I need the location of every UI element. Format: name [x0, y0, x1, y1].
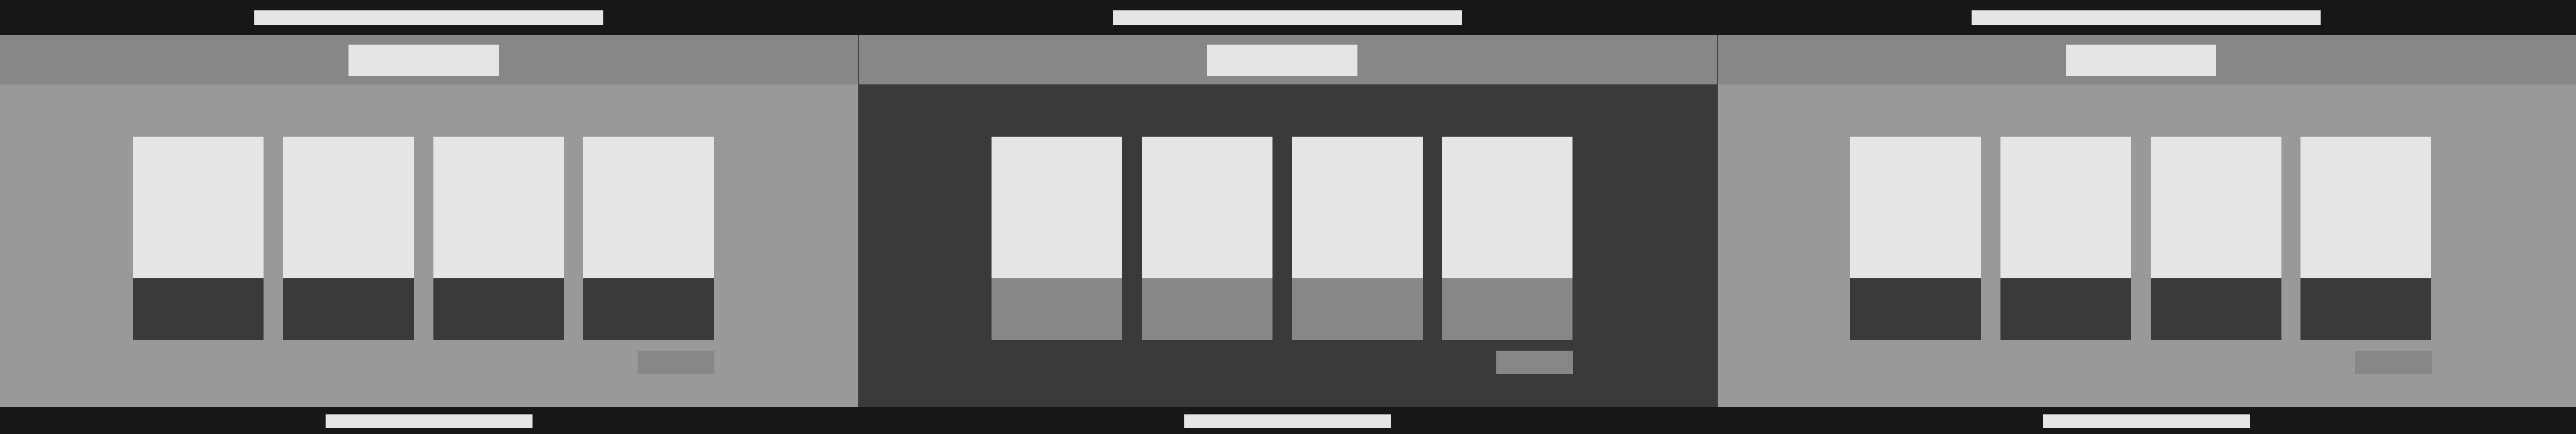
card-image-placeholder: [2300, 137, 2431, 278]
panel-divider: [1717, 35, 1718, 407]
footer-text-placeholder: [2043, 414, 2250, 428]
footer-text-placeholder: [1184, 414, 1391, 428]
product-card[interactable]: [1292, 137, 1423, 340]
screen-panel-3: [1717, 0, 2576, 434]
product-card[interactable]: [1442, 137, 1572, 340]
more-button[interactable]: [638, 351, 714, 374]
top-bar-title-placeholder: [1972, 10, 2321, 25]
top-bar-title-placeholder: [254, 10, 603, 25]
header-band: [0, 35, 859, 84]
screen-strip: [0, 0, 2576, 434]
card-image-placeholder: [283, 137, 414, 278]
card-footer: [1850, 278, 1981, 340]
card-image-placeholder: [433, 137, 564, 278]
panel-divider: [858, 35, 859, 407]
card-image-placeholder: [2151, 137, 2281, 278]
product-card[interactable]: [2151, 137, 2281, 340]
top-bar: [1717, 0, 2576, 35]
product-card[interactable]: [2300, 137, 2431, 340]
content-area: [0, 84, 859, 407]
card-footer: [583, 278, 714, 340]
content-area: [859, 84, 1717, 407]
card-image-placeholder: [1142, 137, 1272, 278]
top-bar-title-placeholder: [1113, 10, 1462, 25]
more-button[interactable]: [1496, 351, 1573, 374]
product-card[interactable]: [133, 137, 264, 340]
card-footer: [1292, 278, 1423, 340]
card-footer: [992, 278, 1122, 340]
product-card[interactable]: [2000, 137, 2131, 340]
header-tab[interactable]: [2066, 45, 2216, 76]
product-card[interactable]: [583, 137, 714, 340]
header-tab[interactable]: [1207, 45, 1357, 76]
card-footer: [1442, 278, 1572, 340]
top-bar: [859, 0, 1717, 35]
top-bar: [0, 0, 859, 35]
product-card[interactable]: [1142, 137, 1272, 340]
content-area: [1717, 84, 2576, 407]
card-image-placeholder: [2000, 137, 2131, 278]
footer-bar: [0, 407, 859, 434]
footer-bar: [1717, 407, 2576, 434]
product-card[interactable]: [283, 137, 414, 340]
header-band: [859, 35, 1717, 84]
product-card[interactable]: [992, 137, 1122, 340]
header-tab[interactable]: [348, 45, 499, 76]
product-card[interactable]: [433, 137, 564, 340]
card-image-placeholder: [1442, 137, 1572, 278]
card-image-placeholder: [992, 137, 1122, 278]
card-image-placeholder: [1850, 137, 1981, 278]
footer-text-placeholder: [326, 414, 533, 428]
card-footer: [283, 278, 414, 340]
card-footer: [1142, 278, 1272, 340]
screen-panel-1: [0, 0, 859, 434]
screen-panel-2: [859, 0, 1717, 434]
card-footer: [2000, 278, 2131, 340]
more-button[interactable]: [2355, 351, 2432, 374]
product-card[interactable]: [1850, 137, 1981, 340]
header-band: [1717, 35, 2576, 84]
card-footer: [2151, 278, 2281, 340]
footer-bar: [859, 407, 1717, 434]
card-image-placeholder: [1292, 137, 1423, 278]
card-footer: [133, 278, 264, 340]
card-footer: [433, 278, 564, 340]
card-image-placeholder: [133, 137, 264, 278]
card-image-placeholder: [583, 137, 714, 278]
card-footer: [2300, 278, 2431, 340]
